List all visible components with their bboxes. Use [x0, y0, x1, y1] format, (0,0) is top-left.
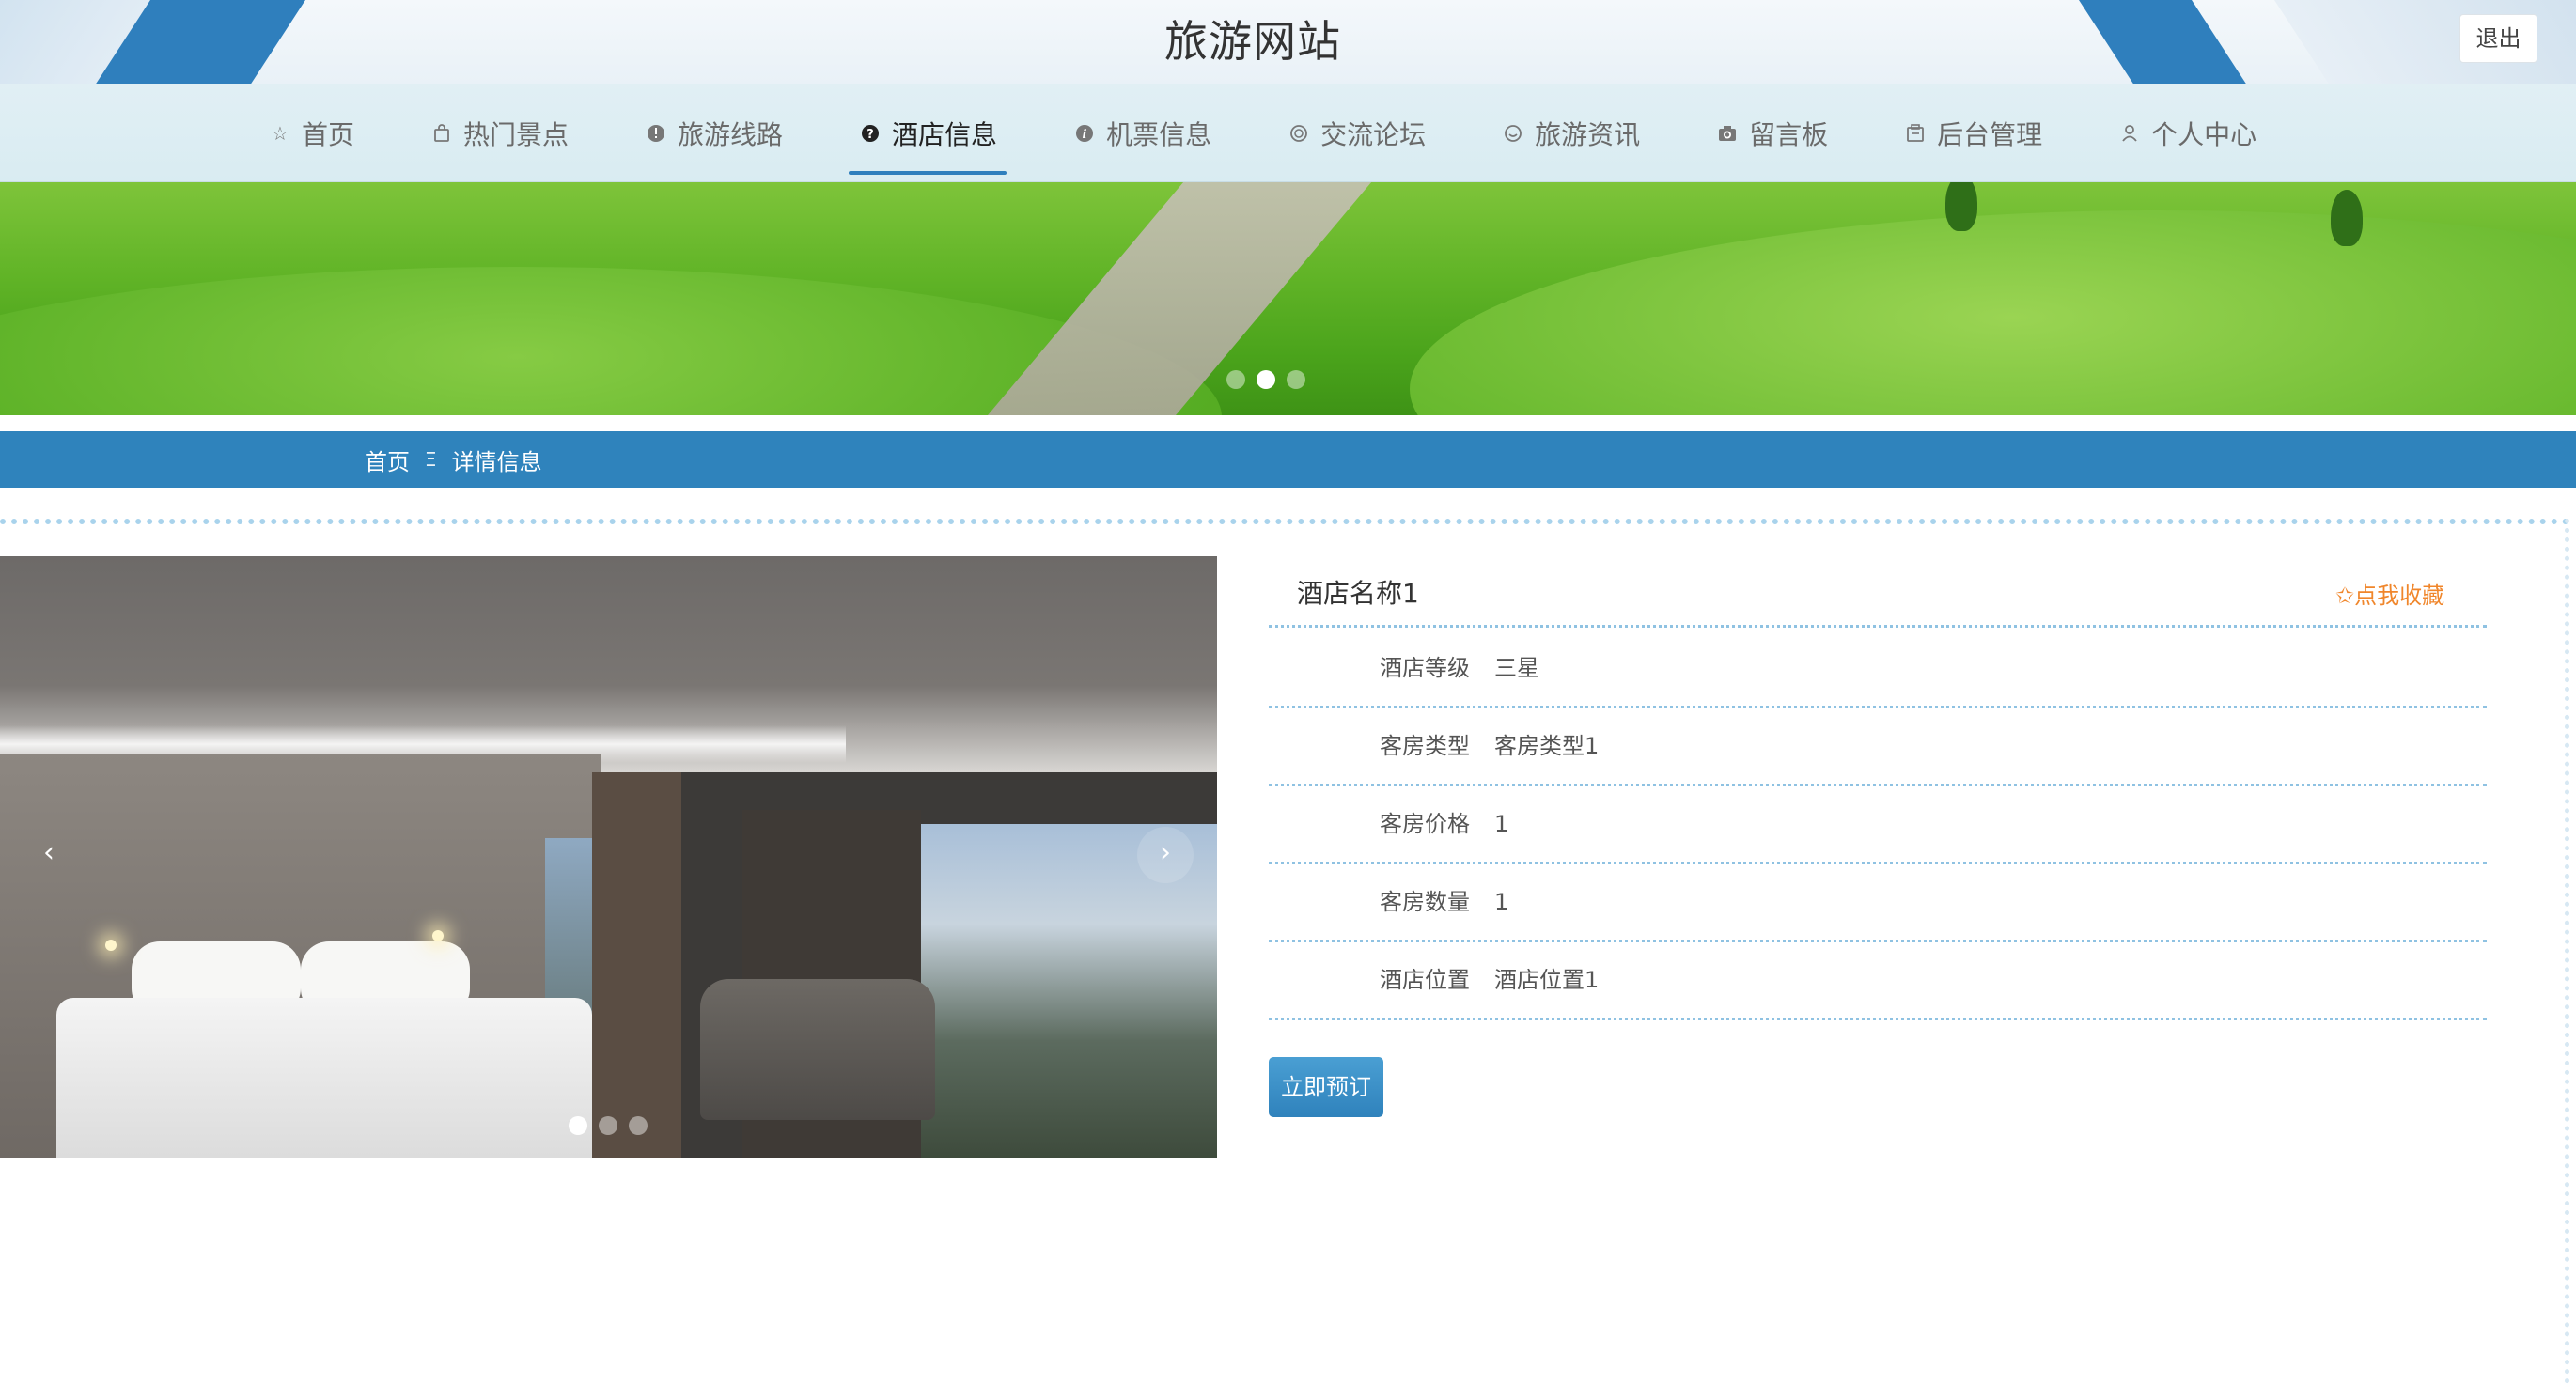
nav-item-message-board[interactable]: 留言板 — [1678, 84, 1866, 182]
nav-item-hotel-info[interactable]: ? 酒店信息 — [820, 84, 1035, 182]
field-label: 客房类型 — [1380, 733, 1470, 759]
field-value: 三星 — [1494, 655, 1539, 681]
star-outline-icon: ☆ — [272, 121, 289, 145]
svg-text:i: i — [1083, 128, 1087, 142]
banner-dots — [1226, 370, 1305, 389]
nav-item-flight-info[interactable]: i 机票信息 — [1035, 84, 1249, 182]
nav-item-personal-center[interactable]: 个人中心 — [2080, 84, 2294, 182]
field-value: 1 — [1494, 811, 1509, 837]
banner-hill-right — [1410, 210, 2576, 415]
main-nav: ☆ 首页 热门景点 旅游线路 ? 酒店信息 i 机票信息 交流论坛 旅游资讯 留… — [0, 84, 2576, 182]
nav-item-home[interactable]: ☆ 首页 — [230, 84, 392, 182]
field-value: 酒店位置1 — [1494, 967, 1600, 993]
room-photo-lamp — [432, 930, 444, 941]
hotel-image-carousel[interactable]: ‹ › — [0, 556, 1217, 1158]
carousel-next-arrow-icon[interactable]: › — [1137, 827, 1194, 883]
nav-item-forum[interactable]: 交流论坛 — [1249, 84, 1463, 182]
italic-info-icon: i — [1072, 121, 1097, 146]
room-photo-lamp — [105, 940, 117, 951]
room-photo-bed — [56, 998, 592, 1158]
nav-item-travel-news[interactable]: 旅游资讯 — [1463, 84, 1678, 182]
gallery-dots — [569, 1116, 648, 1135]
nav-item-label: 旅游资讯 — [1535, 118, 1641, 150]
svg-text:?: ? — [866, 128, 874, 142]
info-circle-icon — [644, 121, 668, 146]
favorite-button[interactable]: ✩点我收藏 — [2335, 577, 2444, 610]
nav-item-label: 机票信息 — [1106, 118, 1212, 150]
field-value: 客房类型1 — [1494, 733, 1600, 759]
book-now-button[interactable]: 立即预订 — [1269, 1057, 1383, 1117]
smile-icon — [1501, 121, 1525, 146]
banner-dot[interactable] — [1226, 370, 1245, 389]
field-value: 1 — [1494, 889, 1509, 915]
breadcrumb-separator-icon: Ξ — [425, 448, 437, 471]
field-label: 酒店位置 — [1380, 967, 1470, 993]
nav-item-label: 旅游线路 — [678, 118, 784, 150]
nav-item-travel-routes[interactable]: 旅游线路 — [606, 84, 820, 182]
breadcrumb-current: 详情信息 — [451, 448, 542, 475]
nav-item-label: 交流论坛 — [1320, 118, 1427, 150]
banner-dot[interactable] — [1287, 370, 1305, 389]
banner-dot-active[interactable] — [1257, 370, 1275, 389]
nav-item-label: 热门景点 — [463, 118, 570, 150]
site-header: 旅游网站 退出 — [0, 0, 2576, 84]
banner-path — [954, 182, 1396, 415]
site-title: 旅游网站 — [1164, 16, 1341, 67]
nav-item-admin[interactable]: 后台管理 — [1866, 84, 2080, 182]
banner-tree — [2331, 190, 2363, 246]
nav-item-label: 后台管理 — [1937, 118, 2043, 150]
nav-item-label: 酒店信息 — [892, 118, 998, 150]
room-photo-sofa — [700, 979, 935, 1120]
breadcrumb-home-link[interactable]: 首页 — [365, 443, 410, 476]
nav-item-hot-spots[interactable]: 热门景点 — [392, 84, 606, 182]
camera-icon — [1715, 121, 1740, 146]
field-label: 客房数量 — [1380, 889, 1470, 915]
circle-dot-icon — [1287, 121, 1311, 146]
detail-row-hotel-level: 酒店等级 三星 — [1269, 630, 2487, 708]
gallery-dot[interactable] — [599, 1116, 617, 1135]
banner-tree — [1945, 182, 1977, 231]
logout-button[interactable]: 退出 — [2459, 14, 2537, 63]
building-icon — [1903, 121, 1928, 146]
question-circle-icon: ? — [858, 121, 882, 146]
detail-row-room-count: 客房数量 1 — [1269, 864, 2487, 942]
breadcrumb: 首页 Ξ 详情信息 — [0, 431, 2576, 488]
nav-item-label: 留言板 — [1749, 118, 1829, 150]
detail-header: 酒店名称1 ✩点我收藏 — [1269, 556, 2487, 628]
hotel-name: 酒店名称1 — [1297, 578, 1419, 609]
detail-row-room-type: 客房类型 客房类型1 — [1269, 708, 2487, 786]
section-border-right — [2565, 519, 2569, 1384]
detail-row-room-price: 客房价格 1 — [1269, 786, 2487, 864]
field-label: 酒店等级 — [1380, 655, 1470, 681]
gallery-dot-active[interactable] — [569, 1116, 587, 1135]
carousel-prev-arrow-icon[interactable]: ‹ — [21, 827, 77, 883]
gallery-dot[interactable] — [629, 1116, 648, 1135]
field-label: 客房价格 — [1380, 811, 1470, 837]
nav-item-label: 个人中心 — [2151, 118, 2257, 150]
section-divider — [0, 519, 2570, 524]
user-icon — [2117, 121, 2142, 146]
detail-row-hotel-location: 酒店位置 酒店位置1 — [1269, 942, 2487, 1020]
banner-carousel[interactable] — [0, 182, 2576, 415]
room-photo-column — [592, 772, 681, 1158]
nav-item-label: 首页 — [302, 118, 355, 150]
bag-icon — [429, 121, 454, 146]
